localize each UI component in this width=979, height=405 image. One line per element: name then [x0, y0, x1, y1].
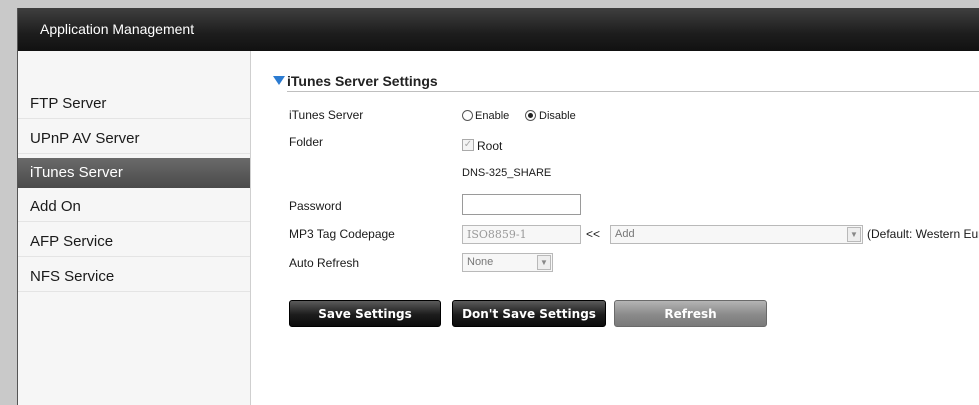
codepage-input[interactable]: ISO8859-1 [462, 225, 581, 244]
title-bar: Application Management [18, 8, 979, 51]
sidebar-item-upnp-av-server[interactable]: UPnP AV Server [18, 124, 250, 154]
enable-label: Enable [475, 110, 510, 122]
codepage-add-select-value: Add [615, 228, 635, 240]
share-name: DNS-325_SHARE [462, 167, 552, 179]
refresh-button[interactable]: Refresh [614, 300, 767, 327]
codepage-label: MP3 Tag Codepage [289, 227, 395, 241]
main-content: iTunes Server Settings iTunes Server Ena… [251, 51, 979, 405]
auto-refresh-label: Auto Refresh [289, 256, 360, 270]
collapse-triangle-icon[interactable] [273, 76, 285, 85]
itunes-server-label: iTunes Server [289, 108, 364, 122]
password-label: Password [289, 199, 342, 213]
disable-label: Disable [539, 110, 576, 122]
dont-save-settings-button[interactable]: Don't Save Settings [452, 300, 606, 327]
app-frame: Application Management FTP Server UPnP A… [17, 8, 979, 405]
sidebar: FTP Server UPnP AV Server iTunes Server … [18, 51, 251, 405]
chevron-down-icon: ▼ [537, 255, 551, 270]
arrows-text: << [586, 227, 601, 241]
password-field[interactable] [462, 194, 581, 215]
save-settings-button[interactable]: Save Settings [289, 300, 441, 327]
sidebar-item-itunes-server[interactable]: iTunes Server [18, 158, 250, 188]
sidebar-item-afp-service[interactable]: AFP Service [18, 227, 250, 257]
app-title: Application Management [40, 21, 195, 37]
sidebar-item-add-on[interactable]: Add On [18, 192, 250, 222]
enable-radio[interactable] [462, 110, 473, 121]
folder-label: Folder [289, 135, 324, 149]
default-note: (Default: Western Eur [867, 227, 979, 241]
root-label: Root [477, 139, 503, 153]
section-title: iTunes Server Settings [287, 73, 438, 89]
auto-refresh-value: None [467, 256, 494, 268]
sidebar-item-nfs-service[interactable]: NFS Service [18, 262, 250, 292]
sidebar-item-ftp-server[interactable]: FTP Server [18, 89, 250, 119]
disable-radio[interactable] [525, 110, 536, 121]
codepage-add-select[interactable]: Add ▼ [610, 225, 863, 244]
chevron-down-icon: ▼ [847, 227, 861, 242]
auto-refresh-select[interactable]: None ▼ [462, 253, 553, 272]
root-checkbox[interactable]: ✓ [462, 139, 474, 151]
section-header[interactable]: iTunes Server Settings [273, 73, 438, 89]
section-divider [287, 91, 979, 92]
